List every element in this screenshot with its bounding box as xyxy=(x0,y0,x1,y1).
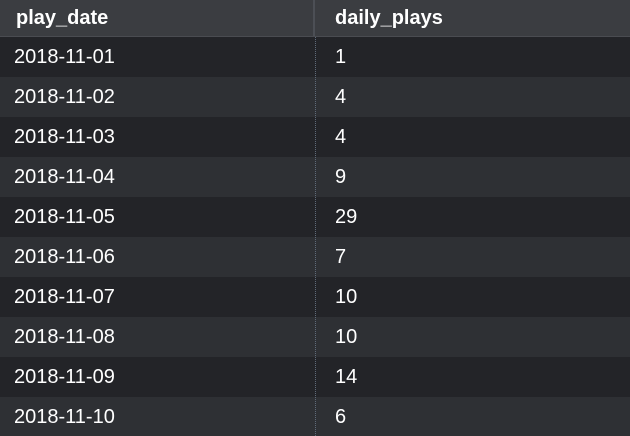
cell-daily-plays[interactable]: 14 xyxy=(315,357,630,397)
results-grid: play_date daily_plays 2018-11-01 1 2018-… xyxy=(0,0,630,436)
cell-daily-plays[interactable]: 6 xyxy=(315,397,630,436)
grid-header: play_date daily_plays xyxy=(0,0,630,37)
cell-play-date[interactable]: 2018-11-10 xyxy=(0,397,315,436)
cell-daily-plays[interactable]: 1 xyxy=(315,37,630,77)
cell-daily-plays[interactable]: 9 xyxy=(315,157,630,197)
cell-play-date[interactable]: 2018-11-01 xyxy=(0,37,315,77)
cell-play-date[interactable]: 2018-11-09 xyxy=(0,357,315,397)
cell-play-date[interactable]: 2018-11-04 xyxy=(0,157,315,197)
cell-daily-plays[interactable]: 7 xyxy=(315,237,630,277)
column-header-play-date[interactable]: play_date xyxy=(0,0,315,36)
cell-daily-plays[interactable]: 4 xyxy=(315,77,630,117)
column-divider xyxy=(315,37,316,436)
cell-daily-plays[interactable]: 10 xyxy=(315,317,630,357)
cell-play-date[interactable]: 2018-11-03 xyxy=(0,117,315,157)
cell-play-date[interactable]: 2018-11-06 xyxy=(0,237,315,277)
column-header-daily-plays[interactable]: daily_plays xyxy=(315,0,630,36)
cell-daily-plays[interactable]: 4 xyxy=(315,117,630,157)
cell-play-date[interactable]: 2018-11-07 xyxy=(0,277,315,317)
cell-play-date[interactable]: 2018-11-05 xyxy=(0,197,315,237)
cell-daily-plays[interactable]: 29 xyxy=(315,197,630,237)
cell-play-date[interactable]: 2018-11-02 xyxy=(0,77,315,117)
cell-play-date[interactable]: 2018-11-08 xyxy=(0,317,315,357)
cell-daily-plays[interactable]: 10 xyxy=(315,277,630,317)
